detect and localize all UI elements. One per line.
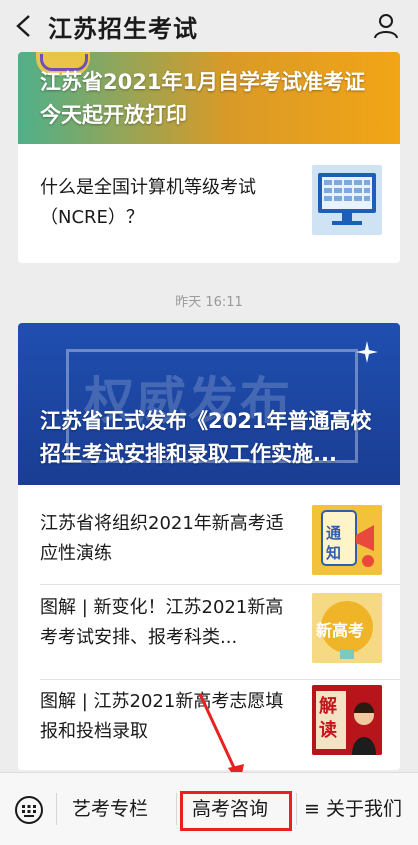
hero-title: 江苏省2021年1月自学考试准考证今天起开放打印	[40, 70, 366, 127]
hero-title: 江苏省正式发布《2021年普通高校招生考试安排和录取工作实施...	[40, 409, 372, 466]
thumbnail-label: 通知	[326, 524, 342, 562]
thumbnail-label: 新高考	[316, 621, 365, 640]
page-title: 江苏招生考试	[48, 15, 198, 43]
interpretation-thumbnail: 解读	[312, 685, 382, 755]
menu-separator	[56, 793, 57, 825]
article-title: 江苏省将组织2021年新高考适应性演练	[40, 513, 284, 564]
menu-about-us[interactable]: ≡ 关于我们	[304, 795, 402, 823]
menu-separator	[176, 793, 177, 825]
computer-monitor-icon	[312, 165, 382, 235]
divider	[40, 584, 400, 585]
new-gaokao-thumbnail: 新高考	[312, 593, 382, 663]
list-item[interactable]: 什么是全国计算机等级考试（NCRE）？	[18, 163, 400, 263]
menu-separator	[296, 793, 297, 825]
hero-article[interactable]: 权威发布 江苏省正式发布《2021年普通高校招生考试安排和录取工作实施...	[18, 323, 400, 485]
divider	[40, 679, 400, 680]
sparkle-icon	[356, 341, 378, 363]
top-bar: 江苏招生考试	[0, 0, 418, 52]
back-arrow-icon[interactable]	[14, 14, 34, 38]
profile-icon[interactable]	[372, 12, 400, 40]
article-card: 江苏省2021年1月自学考试准考证今天起开放打印 什么是全国计算机等级考试（NC…	[18, 52, 400, 263]
notice-thumbnail: 通知	[312, 505, 382, 575]
keyboard-icon[interactable]	[14, 795, 44, 825]
article-title: 图解 | 新变化！江苏2021新高考考试安排、报考科类...	[40, 597, 284, 648]
menu-art-exam[interactable]: 艺考专栏	[72, 795, 148, 823]
highlight-annotation-box	[180, 791, 292, 831]
message-timestamp: 昨天 16:11	[175, 295, 243, 310]
thumbnail-label: 解读	[319, 696, 337, 741]
hero-article[interactable]: 江苏省2021年1月自学考试准考证今天起开放打印	[18, 52, 400, 144]
list-item[interactable]: 图解 | 新变化！江苏2021新高考考试安排、报考科类... 新高考	[18, 587, 400, 687]
article-title: 什么是全国计算机等级考试（NCRE）？	[40, 177, 256, 228]
